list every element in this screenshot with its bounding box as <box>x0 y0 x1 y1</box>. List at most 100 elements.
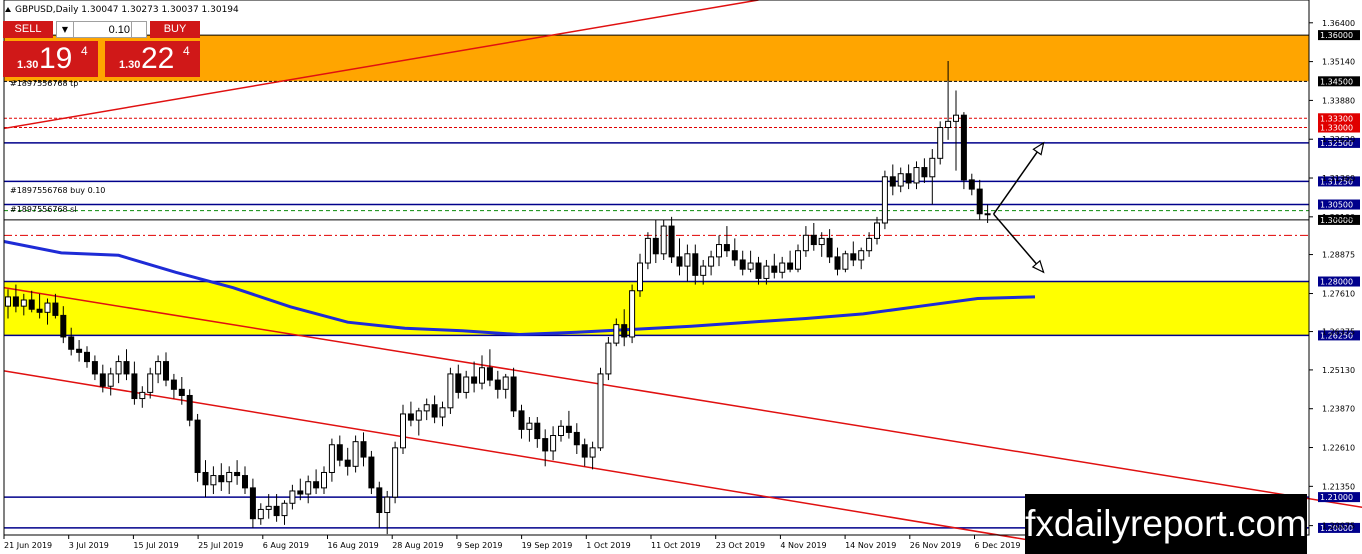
candle <box>660 219 667 260</box>
candle-body <box>929 157 936 178</box>
chart-title: GBPUSD,Daily 1.30047 1.30273 1.30037 1.3… <box>15 5 239 15</box>
candle-body <box>613 324 620 344</box>
price-tag-1.28000: 1.28000 <box>1318 276 1360 287</box>
lot-size-field[interactable]: ▼ <box>56 21 147 38</box>
candle-body <box>494 379 501 390</box>
y-tick-label: 1.27610 <box>1322 290 1355 299</box>
buy-price-button[interactable]: 1.30 22 4 <box>105 41 200 77</box>
candle-body <box>913 167 920 184</box>
price-tag-text: 1.30500 <box>1320 201 1353 210</box>
candle-body <box>147 373 154 393</box>
candle-body <box>510 376 517 412</box>
candle <box>392 441 399 504</box>
lot-increase-icon[interactable] <box>131 22 146 29</box>
order-buy-label: #1897556768 buy 0.10 <box>10 186 106 195</box>
x-tick-label: 23 Oct 2019 <box>716 541 765 550</box>
candle-body <box>542 438 549 452</box>
candle-body <box>747 262 754 270</box>
candle-body <box>826 237 833 258</box>
candle-body <box>360 441 367 458</box>
sell-price-pips: 19 <box>39 42 73 75</box>
candle-body <box>68 336 75 350</box>
candle-body <box>139 391 146 400</box>
candle-body <box>297 490 304 495</box>
candle <box>597 367 604 451</box>
candle-body <box>455 373 462 393</box>
y-tick-label: 1.26375 <box>1322 328 1355 337</box>
lot-size-input[interactable] <box>75 22 130 37</box>
candle-body <box>668 225 675 258</box>
candle-body <box>897 173 904 187</box>
y-tick-label: 1.30100 <box>1322 213 1355 222</box>
candle-body <box>60 314 67 338</box>
candle-body <box>20 299 27 307</box>
candle-body <box>644 237 651 264</box>
price-tag-text: 1.33300 <box>1320 114 1353 123</box>
x-tick-label: 6 Dec 2019 <box>975 541 1021 550</box>
candle-body <box>479 367 485 384</box>
price-tag-text: 1.34500 <box>1320 77 1353 86</box>
buy-price-prefix: 1.30 <box>119 59 141 71</box>
sell-button[interactable]: SELL <box>3 21 53 38</box>
candle-body <box>376 487 383 514</box>
candle-body <box>810 234 817 246</box>
candle-body <box>84 351 90 363</box>
buy-button[interactable]: BUY <box>150 21 200 38</box>
candle-body <box>313 481 320 489</box>
buy-price-pips: 22 <box>141 42 175 75</box>
candle-body <box>344 459 351 467</box>
candle-body <box>558 425 564 437</box>
candle-body <box>186 394 193 421</box>
candle-body <box>273 505 280 517</box>
candle-body <box>352 441 359 467</box>
x-tick-label: 28 Aug 2019 <box>392 541 443 550</box>
candle-body <box>905 173 912 184</box>
candle-body <box>76 348 83 353</box>
candle-body <box>716 244 722 258</box>
candle-body <box>700 265 707 276</box>
price-tag-text: 1.28000 <box>1320 278 1353 287</box>
sell-price-button[interactable]: 1.30 19 4 <box>3 41 98 77</box>
one-click-trading-panel: SELL ▼ BUY 1.30 19 4 1.30 22 4 <box>3 21 200 77</box>
candle-body <box>787 262 794 270</box>
candle-body <box>115 361 122 375</box>
candle <box>194 413 201 482</box>
price-tag-1.36000: 1.36000 <box>1318 30 1360 41</box>
y-tick-label: 1.21350 <box>1322 482 1355 491</box>
candle-body <box>534 422 541 440</box>
collapse-triangle-icon[interactable] <box>5 7 11 12</box>
candle-body <box>44 302 51 313</box>
x-tick-label: 3 Jul 2019 <box>69 541 109 550</box>
candle-body <box>621 324 628 338</box>
candle-body <box>708 256 715 267</box>
x-tick-label: 21 Jun 2019 <box>4 541 52 550</box>
x-tick-label: 15 Jul 2019 <box>133 541 178 550</box>
candle-body <box>937 127 944 159</box>
x-tick-label: 19 Sep 2019 <box>522 541 573 550</box>
candle-body <box>597 373 604 449</box>
candle-body <box>945 120 952 129</box>
lot-dropdown-arrow-icon[interactable]: ▼ <box>57 22 74 37</box>
candle-body <box>447 373 454 409</box>
candle-body <box>550 435 557 452</box>
candle-body <box>392 447 399 498</box>
candle-body <box>589 447 596 458</box>
candle-body <box>431 404 438 418</box>
price-tag-1.33000: 1.33000 <box>1318 122 1360 133</box>
candle-body <box>234 471 241 477</box>
candle-body <box>779 262 786 273</box>
candle-body <box>384 496 391 514</box>
candle-body <box>629 290 636 338</box>
candle-body <box>889 176 896 187</box>
y-tick-label: 1.23870 <box>1322 405 1355 414</box>
x-tick-label: 14 Nov 2019 <box>845 541 896 550</box>
lot-decrease-icon[interactable] <box>131 29 146 37</box>
candle-body <box>960 114 967 181</box>
price-chart[interactable]: 1.360001.345001.333001.330001.325001.312… <box>0 0 1362 554</box>
candle-body <box>881 176 888 224</box>
candle-body <box>874 222 880 239</box>
candle-body <box>52 302 59 316</box>
candle-body <box>763 265 770 279</box>
candle-body <box>210 475 217 486</box>
y-tick-label: 1.22610 <box>1322 444 1355 453</box>
